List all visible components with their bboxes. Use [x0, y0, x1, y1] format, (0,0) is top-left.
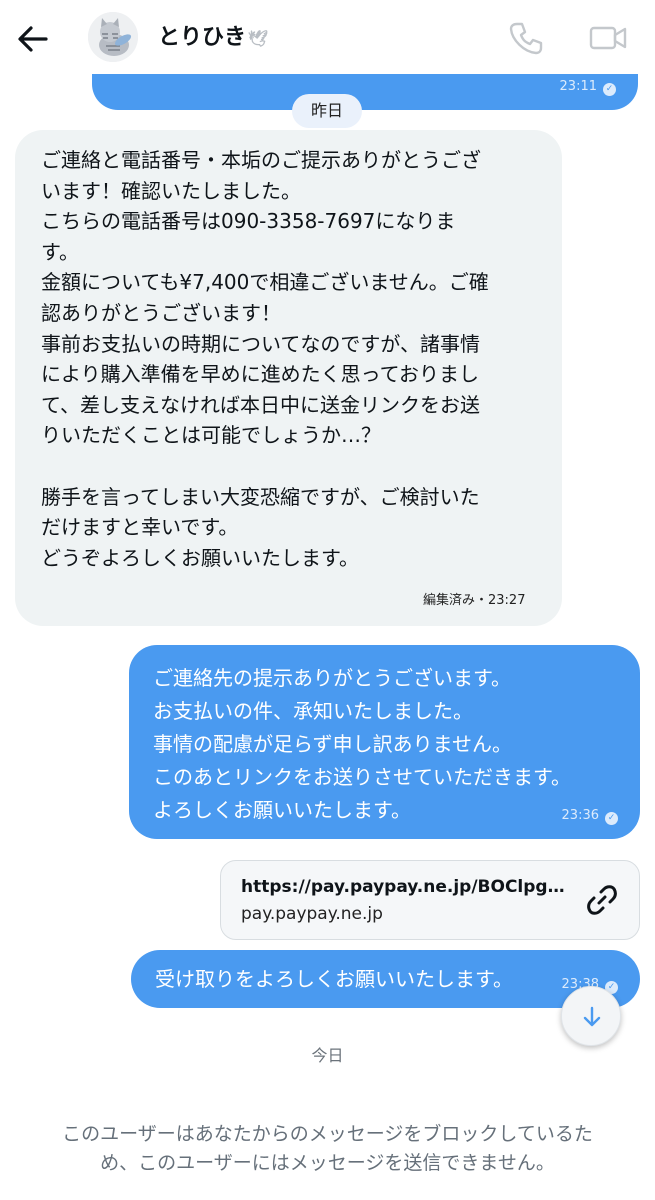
message-bubble-outgoing-last[interactable]: 受け取りをよろしくお願いいたします。 23:38 ✓ [131, 950, 640, 1008]
message-line: こちらの電話番号は090-3358-7697になりま [41, 209, 456, 234]
link-icon [587, 885, 617, 915]
message-line: 金額についても¥7,400で相違ございません。ご確 [41, 270, 489, 295]
scroll-to-bottom-button[interactable] [561, 986, 621, 1046]
message-line: ご連絡先の提示ありがとうございます。 [153, 666, 511, 690]
blocked-notice-line: め、このユーザーにはメッセージを送信できません。 [100, 1152, 555, 1174]
message-line: 事前お支払いの時期についてなのですが、諸事情 [41, 331, 480, 356]
video-call-button[interactable] [586, 18, 630, 58]
arrow-down-icon [583, 1006, 601, 1027]
blocked-notice: このユーザーはあなたからのメッセージをブロックしているた め、このユーザーにはメ… [30, 1120, 625, 1178]
message-edited-time: 編集済み・23:27 [423, 593, 526, 608]
message-line: よろしくお願いいたします。 [153, 798, 411, 822]
message-line: います！確認いたしました。 [41, 178, 301, 203]
contact-name[interactable]: とりひき 🕊 [158, 22, 268, 55]
date-separator-yesterday: 昨日 [292, 94, 362, 128]
message-line: どうぞよろしくお願いいたします。 [41, 545, 359, 570]
phone-icon [509, 22, 543, 55]
message-line: りいただくことは可能でしょうか…？ [41, 423, 381, 448]
conversation-header: とりひき 🕊 [0, 0, 655, 74]
message-bubble-outgoing-reply[interactable]: ご連絡先の提示ありがとうございます。 お支払いの件、承知いたしました。 事情の配… [129, 645, 640, 839]
link-preview-card[interactable]: https://pay.paypay.ne.jp/BOClpgv... pay.… [220, 860, 640, 940]
link-domain: pay.paypay.ne.jp [241, 904, 383, 924]
message-time: 23:11 [559, 79, 597, 94]
check-circle-icon: ✓ [603, 83, 616, 96]
message-line: 認ありがとうございます！ [41, 300, 281, 325]
message-line: ご連絡と電話番号・本垢のご提示ありがとうござ [41, 148, 481, 172]
arrow-left-icon [18, 26, 48, 52]
link-url[interactable]: https://pay.paypay.ne.jp/BOClpgv... [241, 875, 573, 899]
contact-name-text: とりひき [158, 25, 247, 50]
video-camera-icon [589, 26, 627, 50]
message-line: だけますと幸いです。 [41, 515, 239, 540]
message-time: 23:36 [561, 808, 599, 823]
message-bubble-incoming[interactable]: ご連絡と電話番号・本垢のご提示ありがとうござ います！確認いたしました。 こちら… [15, 130, 562, 626]
message-meta: 23:11 ✓ [560, 78, 616, 96]
avatar[interactable] [88, 12, 138, 62]
cat-avatar-image [88, 12, 138, 62]
back-button[interactable] [14, 20, 52, 58]
message-text: 受け取りをよろしくお願いいたします。 [155, 967, 513, 991]
voice-call-button[interactable] [506, 18, 546, 58]
message-line: このあとリンクをお送りさせていただきます。 [153, 765, 571, 789]
date-separator-today: 今日 [311, 1046, 344, 1065]
message-meta: 23:36 ✓ [562, 807, 618, 825]
message-line: す。 [41, 239, 79, 264]
check-circle-icon: ✓ [605, 812, 618, 825]
message-line: 勝手を言ってしまい大変恐縮ですが、ご検討いた [41, 484, 480, 509]
message-line: て、差し支えなければ本日中に送金リンクをお送 [41, 392, 480, 417]
message-line: お支払いの件、承知いたしました。 [153, 699, 473, 723]
message-line: により購入準備を早めに進めたく思っておりまし [41, 362, 479, 387]
dove-icon: 🕊 [248, 29, 269, 48]
message-line: 事情の配慮が足らず申し訳ありません。 [153, 732, 512, 756]
blocked-notice-line: このユーザーはあなたからのメッセージをブロックしているた [62, 1123, 593, 1145]
